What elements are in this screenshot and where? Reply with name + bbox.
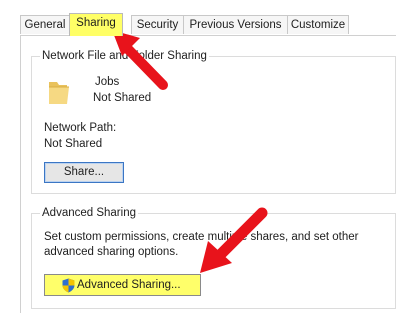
advanced-sharing-description-line1: Set custom permissions, create multiple … bbox=[44, 231, 359, 243]
network-path-value: Not Shared bbox=[44, 138, 103, 150]
folder-status: Not Shared bbox=[93, 92, 152, 104]
folder-name: Jobs bbox=[95, 76, 120, 88]
advanced-sharing-button[interactable]: Advanced Sharing... bbox=[44, 274, 201, 296]
tab-previous-versions[interactable]: Previous Versions bbox=[183, 15, 288, 34]
tab-strip: General Sharing Security Previous Versio… bbox=[20, 13, 396, 36]
network-sharing-title: Network File and Folder Sharing bbox=[40, 49, 209, 63]
advanced-sharing-description-line2: advanced sharing options. bbox=[44, 246, 179, 258]
uac-shield-icon bbox=[62, 278, 75, 293]
advanced-sharing-button-label: Advanced Sharing... bbox=[77, 279, 181, 291]
network-path-label: Network Path: bbox=[44, 122, 117, 134]
advanced-sharing-title: Advanced Sharing bbox=[40, 206, 138, 220]
tab-customize[interactable]: Customize bbox=[287, 15, 349, 34]
tab-general[interactable]: General bbox=[20, 15, 70, 34]
folder-icon bbox=[49, 82, 69, 104]
share-button[interactable]: Share... bbox=[44, 162, 124, 183]
tab-sharing[interactable]: Sharing bbox=[69, 13, 123, 36]
tab-security[interactable]: Security bbox=[131, 15, 184, 34]
